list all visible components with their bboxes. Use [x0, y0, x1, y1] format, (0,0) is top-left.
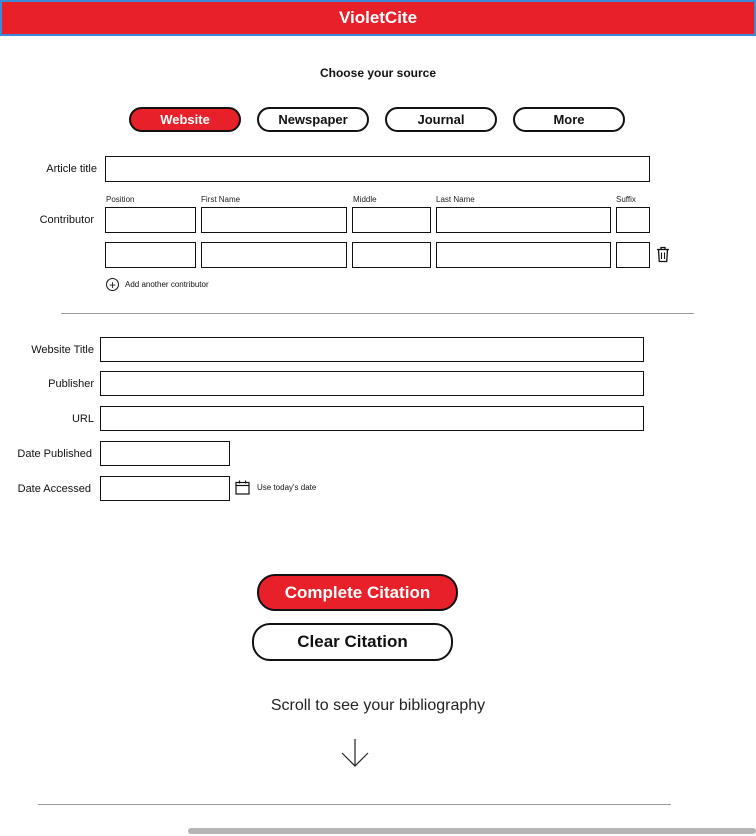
last-name-column-label: Last Name — [436, 195, 475, 204]
trash-icon[interactable] — [656, 246, 670, 263]
contributor-1-suffix-input[interactable] — [616, 207, 650, 233]
contributor-2-middle-input[interactable] — [352, 242, 431, 268]
horizontal-scrollbar[interactable] — [188, 828, 756, 834]
article-title-input[interactable] — [105, 156, 650, 182]
date-accessed-label: Date Accessed — [17, 483, 91, 495]
date-accessed-input[interactable] — [100, 476, 230, 501]
contributor-2-position-input[interactable] — [105, 242, 196, 268]
contributor-1-first-name-input[interactable] — [201, 207, 347, 233]
suffix-column-label: Suffix — [616, 195, 636, 204]
app-header: VioletCite — [0, 0, 756, 36]
url-label: URL — [71, 413, 94, 425]
middle-column-label: Middle — [353, 195, 377, 204]
contributor-1-middle-input[interactable] — [352, 207, 431, 233]
section-divider — [61, 313, 694, 314]
publisher-label: Publisher — [48, 378, 94, 390]
contributor-2-suffix-input[interactable] — [616, 242, 650, 268]
tab-newspaper[interactable]: Newspaper — [257, 107, 369, 132]
date-published-input[interactable] — [100, 441, 230, 466]
add-contributor-label: Add another contributor — [125, 280, 209, 289]
scroll-hint: Scroll to see your bibliography — [270, 697, 486, 714]
contributor-label: Contributor — [39, 214, 94, 226]
clear-citation-button[interactable]: Clear Citation — [252, 623, 453, 661]
calendar-icon — [235, 480, 250, 495]
contributor-2-last-name-input[interactable] — [436, 242, 611, 268]
bottom-divider — [38, 804, 671, 805]
arrow-down-icon — [341, 739, 369, 767]
add-contributor-button[interactable]: + Add another contributor — [106, 278, 209, 291]
url-input[interactable] — [100, 406, 644, 431]
tab-website[interactable]: Website — [129, 107, 241, 132]
article-title-label: Article title — [46, 163, 97, 175]
contributor-2-first-name-input[interactable] — [201, 242, 347, 268]
position-column-label: Position — [106, 195, 135, 204]
contributor-1-last-name-input[interactable] — [436, 207, 611, 233]
first-name-column-label: First Name — [201, 195, 241, 204]
plus-circle-icon: + — [106, 278, 119, 291]
use-today-button[interactable]: Use today's date — [235, 480, 316, 495]
publisher-input[interactable] — [100, 371, 644, 396]
website-title-input[interactable] — [100, 337, 644, 362]
complete-citation-button[interactable]: Complete Citation — [257, 574, 458, 611]
source-heading: Choose your source — [319, 66, 437, 80]
tab-journal[interactable]: Journal — [385, 107, 497, 132]
date-published-label: Date Published — [17, 448, 92, 460]
contributor-1-position-input[interactable] — [105, 207, 196, 233]
use-today-label: Use today's date — [257, 483, 317, 492]
tab-more[interactable]: More — [513, 107, 625, 132]
website-title-label: Website Title — [31, 344, 94, 356]
app-title: VioletCite — [338, 8, 418, 27]
